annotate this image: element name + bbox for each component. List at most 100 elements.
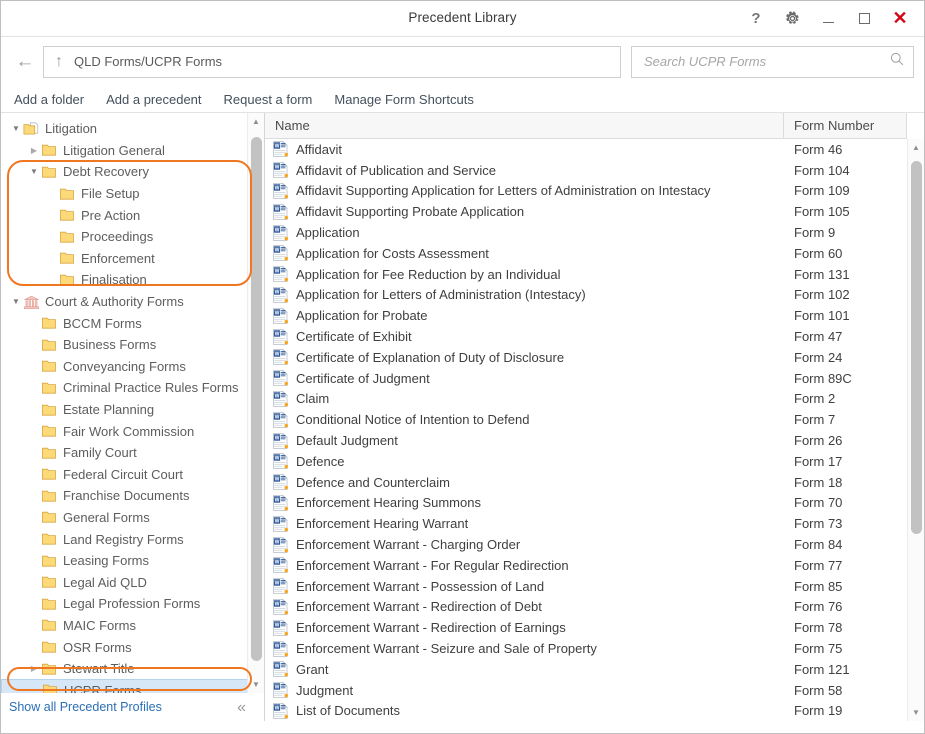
tree-item-pre-action[interactable]: ▶Pre Action: [1, 204, 248, 226]
table-row[interactable]: W Conditional Notice of Intention to Defe…: [265, 409, 907, 430]
list-scrollbar[interactable]: ▲ ▼: [907, 139, 924, 721]
tree-item-maic-forms[interactable]: ▶MAIC Forms: [1, 615, 248, 637]
column-header-form-number[interactable]: Form Number: [784, 113, 907, 139]
tree-item-federal-circuit-court[interactable]: ▶Federal Circuit Court: [1, 464, 248, 486]
table-row[interactable]: W Judgment Form 58: [265, 680, 907, 701]
table-row[interactable]: W Claim Form 2: [265, 389, 907, 410]
search-input[interactable]: Search UCPR Forms: [644, 54, 766, 69]
expand-arrow-closed-icon[interactable]: ▶: [27, 143, 41, 157]
word-document-icon: W: [273, 515, 288, 532]
tree-item-business-forms[interactable]: ▶Business Forms: [1, 334, 248, 356]
tree-item-file-setup[interactable]: ▶File Setup: [1, 183, 248, 205]
expand-arrow-closed-icon[interactable]: ▶: [27, 662, 41, 676]
table-row[interactable]: W Certificate of Judgment Form 89C: [265, 368, 907, 389]
table-row[interactable]: W Enforcement Warrant - Possession of Lan…: [265, 576, 907, 597]
maximize-button[interactable]: [846, 4, 882, 34]
sidebar-scrollbar[interactable]: ▲ ▼: [247, 113, 264, 693]
table-row[interactable]: W Enforcement Hearing Warrant Form 73: [265, 513, 907, 534]
table-row[interactable]: W Affidavit Supporting Application for Le…: [265, 181, 907, 202]
tree-item-estate-planning[interactable]: ▶Estate Planning: [1, 399, 248, 421]
close-button[interactable]: ✕: [882, 4, 918, 34]
add-a-folder-link[interactable]: Add a folder: [14, 92, 84, 107]
add-a-precedent-link[interactable]: Add a precedent: [106, 92, 201, 107]
show-all-precedent-profiles-link[interactable]: Show all Precedent Profiles: [9, 700, 162, 714]
sidebar-scroll-down-button[interactable]: ▼: [248, 676, 264, 693]
table-row[interactable]: W Affidavit Supporting Probate Applicatio…: [265, 201, 907, 222]
list-scroll-thumb[interactable]: [911, 161, 922, 534]
svg-text:W: W: [275, 164, 280, 170]
table-row[interactable]: W Defence and Counterclaim Form 18: [265, 472, 907, 493]
form-name: Enforcement Warrant - Seizure and Sale o…: [296, 641, 597, 657]
table-row[interactable]: W Affidavit of Publication and Service For…: [265, 160, 907, 181]
tree-item-general-forms[interactable]: ▶General Forms: [1, 507, 248, 529]
table-row[interactable]: W Enforcement Hearing Summons Form 70: [265, 493, 907, 514]
search-box[interactable]: Search UCPR Forms: [631, 45, 914, 78]
address-bar[interactable]: ↑ QLD Forms/UCPR Forms: [43, 45, 621, 78]
table-row[interactable]: W Application for Fee Reduction by an Ind…: [265, 264, 907, 285]
table-row[interactable]: W Application for Costs Assessment Form 60: [265, 243, 907, 264]
tree-item-court-authority-forms[interactable]: ▼ Court & Authority Forms: [1, 291, 248, 313]
tree-item-label: Legal Profession Forms: [63, 596, 201, 612]
tree-item-family-court[interactable]: ▶Family Court: [1, 442, 248, 464]
tree-item-enforcement[interactable]: ▶Enforcement: [1, 248, 248, 270]
column-header-name[interactable]: Name: [265, 113, 784, 139]
back-arrow-icon: ←: [15, 50, 35, 72]
word-document-icon: W: [273, 640, 288, 657]
expand-arrow-open-icon[interactable]: ▼: [9, 295, 23, 309]
table-row[interactable]: W Application for Letters of Administrati…: [265, 285, 907, 306]
form-number: Form 2: [794, 391, 836, 407]
table-row[interactable]: W Enforcement Warrant - Redirection of Ea…: [265, 617, 907, 638]
form-name: Affidavit Supporting Application for Let…: [296, 183, 711, 199]
tree-item-leasing-forms[interactable]: ▶Leasing Forms: [1, 550, 248, 572]
table-row[interactable]: W Enforcement Warrant - For Regular Redir…: [265, 555, 907, 576]
tree-item-ucpr-forms[interactable]: ▶UCPR Forms: [1, 679, 248, 693]
tree-item-legal-aid-qld[interactable]: ▶Legal Aid QLD: [1, 571, 248, 593]
list-scroll-down-button[interactable]: ▼: [908, 704, 924, 721]
search-icon[interactable]: [890, 52, 904, 71]
sidebar-scroll-thumb[interactable]: [251, 137, 262, 661]
expand-arrow-open-icon[interactable]: ▼: [9, 122, 23, 136]
tree-item-bccm-forms[interactable]: ▶BCCM Forms: [1, 312, 248, 334]
table-row[interactable]: W List of Documents Form 19: [265, 701, 907, 721]
table-row[interactable]: W Enforcement Warrant - Seizure and Sale …: [265, 638, 907, 659]
tree-item-franchise-documents[interactable]: ▶Franchise Documents: [1, 485, 248, 507]
list-scroll-up-button[interactable]: ▲: [908, 139, 924, 156]
form-number: Form 9: [794, 225, 836, 241]
up-button[interactable]: ↑: [44, 47, 74, 77]
table-row[interactable]: W Enforcement Warrant - Redirection of De…: [265, 597, 907, 618]
table-row[interactable]: W Defence Form 17: [265, 451, 907, 472]
expand-arrow-open-icon[interactable]: ▼: [27, 165, 41, 179]
tree-item-land-registry-forms[interactable]: ▶Land Registry Forms: [1, 528, 248, 550]
tree-item-litigation[interactable]: ▼ Litigation: [1, 118, 248, 140]
tree-item-label: MAIC Forms: [63, 617, 136, 633]
table-row[interactable]: W Default Judgment Form 26: [265, 430, 907, 451]
manage-form-shortcuts-link[interactable]: Manage Form Shortcuts: [334, 92, 473, 107]
tree-item-legal-profession-forms[interactable]: ▶Legal Profession Forms: [1, 593, 248, 615]
tree-item-stewart-title[interactable]: ▶ Stewart Title: [1, 658, 248, 680]
table-row[interactable]: W Enforcement Warrant - Charging Order For…: [265, 534, 907, 555]
tree-item-litigation-general[interactable]: ▶ Litigation General: [1, 140, 248, 162]
table-row[interactable]: W Grant Form 121: [265, 659, 907, 680]
collapse-panel-icon[interactable]: «: [237, 699, 246, 717]
tree-item-finalisation[interactable]: ▶Finalisation: [1, 269, 248, 291]
svg-text:W: W: [275, 497, 280, 503]
back-button[interactable]: ←: [11, 47, 39, 77]
tree-item-osr-forms[interactable]: ▶OSR Forms: [1, 636, 248, 658]
minimize-button[interactable]: [810, 4, 846, 34]
tree-item-proceedings[interactable]: ▶Proceedings: [1, 226, 248, 248]
sidebar-scroll-up-button[interactable]: ▲: [248, 113, 264, 130]
tree-item-conveyancing-forms[interactable]: ▶Conveyancing Forms: [1, 356, 248, 378]
tree-item-criminal-practice-rules-forms[interactable]: ▶Criminal Practice Rules Forms: [1, 377, 248, 399]
table-row[interactable]: W Application for Probate Form 101: [265, 305, 907, 326]
table-row[interactable]: W Certificate of Exhibit Form 47: [265, 326, 907, 347]
form-name: Default Judgment: [296, 433, 398, 449]
help-button[interactable]: ?: [738, 4, 774, 34]
table-row[interactable]: W Certificate of Explanation of Duty of D…: [265, 347, 907, 368]
table-row[interactable]: W Affidavit Form 46: [265, 139, 907, 160]
tree-item-fair-work-commission[interactable]: ▶Fair Work Commission: [1, 420, 248, 442]
table-row[interactable]: W Application Form 9: [265, 222, 907, 243]
form-name: Affidavit: [296, 141, 343, 157]
request-a-form-link[interactable]: Request a form: [224, 92, 313, 107]
settings-button[interactable]: [774, 4, 810, 34]
tree-item-debt-recovery[interactable]: ▼ Debt Recovery: [1, 161, 248, 183]
